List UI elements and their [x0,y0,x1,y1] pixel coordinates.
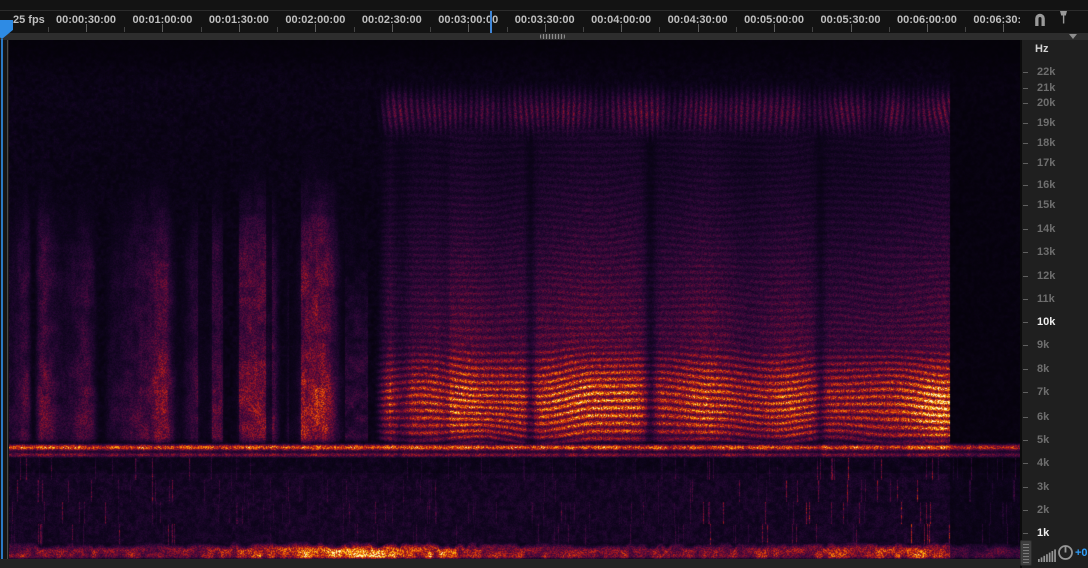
frequency-label: 11k [1037,293,1055,305]
timeline-timestamp: 00:02:00:00 [285,14,345,26]
frequency-label: 10k [1037,316,1055,328]
frequency-tick [1023,299,1028,300]
timeline-labels: 25 fps 00:00:30:00 00:01:00:00 00:01:30:00… [0,0,1020,33]
frequency-tick [1023,322,1028,323]
timeline-tick-minor [201,27,202,32]
magnet-icon[interactable] [1032,11,1048,27]
frequency-label: 3k [1037,481,1049,493]
timeline-timestamp: 00:00:30:00 [56,14,116,26]
frequency-label: 17k [1037,157,1055,169]
timeline-tick-minor [124,27,125,32]
frequency-label: 18k [1037,137,1055,149]
frequency-label: 14k [1037,223,1055,235]
frequency-tick [1023,143,1028,144]
timeline-timestamp: 00:04:30:00 [668,14,728,26]
frequency-label: 4k [1037,457,1049,469]
timeline-tick-minor [812,27,813,32]
frequency-tick [1023,417,1028,418]
fps-label: 25 fps [13,14,45,26]
timeline-timestamp: 00:02:30:00 [362,14,422,26]
frequency-tick [1023,163,1028,164]
frequency-tick [1023,88,1028,89]
frequency-tick [1023,463,1028,464]
frequency-tick [1023,345,1028,346]
frequency-label: 20k [1037,97,1055,109]
chevron-down-icon[interactable] [1069,34,1077,39]
timeline-timestamp: 00:03:30:00 [515,14,575,26]
timeline-timestamp: 00:04:00:00 [591,14,651,26]
frequency-label: 19k [1037,117,1055,129]
frequency-label: 16k [1037,179,1055,191]
spectral-editor-panel: 25 fps 00:00:30:00 00:01:00:00 00:01:30:00… [0,0,1088,568]
bottom-strip [0,559,1020,568]
frequency-label: 13k [1037,246,1055,258]
frequency-tick [1023,276,1028,277]
horizontal-scrollbar-grip[interactable] [540,34,565,39]
frequency-tick [1023,510,1028,511]
knob-icon[interactable] [1057,544,1074,561]
timeline-tick-minor [277,27,278,32]
frequency-tick [1023,185,1028,186]
timeline-timestamp: 00:05:30:00 [821,14,881,26]
zoom-offset-value[interactable]: +0 [1075,547,1088,559]
playhead-line [1,39,3,559]
timeline-tick-minor [583,27,584,32]
frequency-labels: 22k 21k 20k 19k 18k 17k 16k 15k 14k 13k 12k 11k 10k 9… [1022,40,1088,568]
timeline-tick-minor [965,27,966,32]
marker-pin-icon[interactable] [1056,10,1071,26]
frequency-tick [1023,123,1028,124]
spectral-display[interactable] [9,40,1020,559]
frequency-tick [1023,533,1028,534]
frequency-label: 15k [1037,199,1055,211]
frequency-label: 2k [1037,504,1049,516]
frequency-label: 8k [1037,363,1049,375]
timeline-timestamp: 00:01:00:00 [132,14,192,26]
vertical-scrollbar-thumb[interactable] [1020,540,1032,566]
timeline-timestamp: 00:06:00:00 [897,14,957,26]
timeline-tick-minor [736,27,737,32]
timeline-timestamp: 00:01:30:00 [209,14,269,26]
frequency-tick [1023,72,1028,73]
frequency-tick [1023,369,1028,370]
frequency-label: 5k [1037,434,1049,446]
frequency-label: 12k [1037,270,1055,282]
timeline-timestamp: 00:06:30:00 [973,14,1020,26]
timeline-tick-minor [48,27,49,32]
frequency-label: 21k [1037,82,1055,94]
spectrogram-canvas[interactable] [9,40,1020,559]
timeline-tick-minor [430,27,431,32]
frequency-ruler[interactable]: Hz 22k21k20k19k18k17k16k15k14k13k12k11k1… [1020,40,1088,568]
frequency-tick [1023,440,1028,441]
frequency-label: 9k [1037,339,1049,351]
timeline-marker-line [490,11,492,33]
timeline-tick-minor [507,27,508,32]
timeline-tick-minor [659,27,660,32]
frequency-label: 22k [1037,66,1055,78]
frequency-tick [1023,487,1028,488]
timeline-tick-minor [889,27,890,32]
level-bars-icon[interactable] [1038,548,1058,562]
frequency-tick [1023,252,1028,253]
frequency-tick [1023,392,1028,393]
timeline-scrollbar-track[interactable] [0,33,1088,40]
frequency-tick [1023,103,1028,104]
frequency-label: 1k [1037,527,1049,539]
timeline-timestamp: 00:05:00:00 [744,14,804,26]
timeline-ruler[interactable]: 25 fps 00:00:30:00 00:01:00:00 00:01:30:00… [0,0,1088,33]
frequency-tick [1023,229,1028,230]
frequency-tick [1023,205,1028,206]
frequency-label: 7k [1037,386,1049,398]
timeline-tick-minor [354,27,355,32]
frequency-label: 6k [1037,411,1049,423]
